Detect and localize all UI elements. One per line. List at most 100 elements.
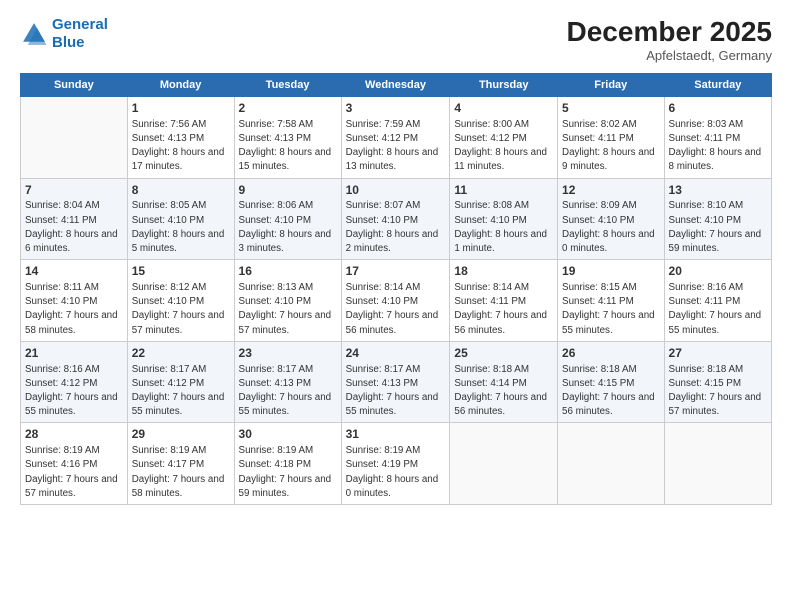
location: Apfelstaedt, Germany — [567, 48, 772, 63]
week-row-4: 28Sunrise: 8:19 AMSunset: 4:16 PMDayligh… — [21, 423, 772, 505]
cell-w3-d4: 25Sunrise: 8:18 AMSunset: 4:14 PMDayligh… — [450, 341, 558, 423]
day-info: Sunrise: 8:19 AMSunset: 4:19 PMDaylight:… — [346, 444, 446, 501]
col-tuesday: Tuesday — [234, 74, 341, 97]
day-info: Sunrise: 8:15 AMSunset: 4:11 PMDaylight:… — [562, 281, 660, 338]
day-info: Sunrise: 8:06 AMSunset: 4:10 PMDaylight:… — [239, 199, 337, 256]
day-number: 28 — [25, 426, 123, 443]
cell-w3-d0: 21Sunrise: 8:16 AMSunset: 4:12 PMDayligh… — [21, 341, 128, 423]
cell-w4-d0: 28Sunrise: 8:19 AMSunset: 4:16 PMDayligh… — [21, 423, 128, 505]
day-number: 19 — [562, 263, 660, 280]
day-info: Sunrise: 8:19 AMSunset: 4:18 PMDaylight:… — [239, 444, 337, 501]
cell-w0-d2: 2Sunrise: 7:58 AMSunset: 4:13 PMDaylight… — [234, 97, 341, 179]
day-number: 1 — [132, 100, 230, 117]
cell-w1-d5: 12Sunrise: 8:09 AMSunset: 4:10 PMDayligh… — [558, 178, 665, 260]
cell-w1-d3: 10Sunrise: 8:07 AMSunset: 4:10 PMDayligh… — [341, 178, 450, 260]
cell-w4-d3: 31Sunrise: 8:19 AMSunset: 4:19 PMDayligh… — [341, 423, 450, 505]
day-info: Sunrise: 8:03 AMSunset: 4:11 PMDaylight:… — [669, 118, 767, 175]
cell-w1-d2: 9Sunrise: 8:06 AMSunset: 4:10 PMDaylight… — [234, 178, 341, 260]
logo-icon — [20, 20, 48, 48]
cell-w4-d6 — [664, 423, 771, 505]
day-info: Sunrise: 7:56 AMSunset: 4:13 PMDaylight:… — [132, 118, 230, 175]
cell-w2-d1: 15Sunrise: 8:12 AMSunset: 4:10 PMDayligh… — [127, 260, 234, 342]
day-number: 4 — [454, 100, 553, 117]
day-info: Sunrise: 8:14 AMSunset: 4:10 PMDaylight:… — [346, 281, 446, 338]
day-number: 8 — [132, 182, 230, 199]
day-number: 18 — [454, 263, 553, 280]
day-number: 22 — [132, 345, 230, 362]
col-sunday: Sunday — [21, 74, 128, 97]
day-number: 7 — [25, 182, 123, 199]
day-info: Sunrise: 8:18 AMSunset: 4:15 PMDaylight:… — [562, 363, 660, 420]
cell-w0-d4: 4Sunrise: 8:00 AMSunset: 4:12 PMDaylight… — [450, 97, 558, 179]
week-row-2: 14Sunrise: 8:11 AMSunset: 4:10 PMDayligh… — [21, 260, 772, 342]
day-number: 23 — [239, 345, 337, 362]
day-info: Sunrise: 8:17 AMSunset: 4:13 PMDaylight:… — [239, 363, 337, 420]
week-row-0: 1Sunrise: 7:56 AMSunset: 4:13 PMDaylight… — [21, 97, 772, 179]
title-block: December 2025 Apfelstaedt, Germany — [567, 16, 772, 63]
col-wednesday: Wednesday — [341, 74, 450, 97]
day-info: Sunrise: 8:18 AMSunset: 4:14 PMDaylight:… — [454, 363, 553, 420]
calendar-table: Sunday Monday Tuesday Wednesday Thursday… — [20, 73, 772, 505]
day-number: 25 — [454, 345, 553, 362]
day-info: Sunrise: 8:16 AMSunset: 4:11 PMDaylight:… — [669, 281, 767, 338]
cell-w2-d2: 16Sunrise: 8:13 AMSunset: 4:10 PMDayligh… — [234, 260, 341, 342]
day-number: 24 — [346, 345, 446, 362]
day-number: 20 — [669, 263, 767, 280]
day-number: 29 — [132, 426, 230, 443]
day-info: Sunrise: 8:02 AMSunset: 4:11 PMDaylight:… — [562, 118, 660, 175]
week-row-3: 21Sunrise: 8:16 AMSunset: 4:12 PMDayligh… — [21, 341, 772, 423]
day-number: 15 — [132, 263, 230, 280]
cell-w1-d4: 11Sunrise: 8:08 AMSunset: 4:10 PMDayligh… — [450, 178, 558, 260]
day-number: 21 — [25, 345, 123, 362]
cell-w3-d2: 23Sunrise: 8:17 AMSunset: 4:13 PMDayligh… — [234, 341, 341, 423]
day-info: Sunrise: 8:08 AMSunset: 4:10 PMDaylight:… — [454, 199, 553, 256]
cell-w2-d3: 17Sunrise: 8:14 AMSunset: 4:10 PMDayligh… — [341, 260, 450, 342]
day-info: Sunrise: 8:18 AMSunset: 4:15 PMDaylight:… — [669, 363, 767, 420]
week-row-1: 7Sunrise: 8:04 AMSunset: 4:11 PMDaylight… — [21, 178, 772, 260]
day-info: Sunrise: 8:17 AMSunset: 4:12 PMDaylight:… — [132, 363, 230, 420]
cell-w0-d5: 5Sunrise: 8:02 AMSunset: 4:11 PMDaylight… — [558, 97, 665, 179]
cell-w2-d0: 14Sunrise: 8:11 AMSunset: 4:10 PMDayligh… — [21, 260, 128, 342]
day-number: 2 — [239, 100, 337, 117]
day-number: 16 — [239, 263, 337, 280]
col-thursday: Thursday — [450, 74, 558, 97]
cell-w4-d5 — [558, 423, 665, 505]
day-info: Sunrise: 8:00 AMSunset: 4:12 PMDaylight:… — [454, 118, 553, 175]
day-number: 5 — [562, 100, 660, 117]
day-number: 17 — [346, 263, 446, 280]
day-info: Sunrise: 8:09 AMSunset: 4:10 PMDaylight:… — [562, 199, 660, 256]
day-info: Sunrise: 8:14 AMSunset: 4:11 PMDaylight:… — [454, 281, 553, 338]
header-row: Sunday Monday Tuesday Wednesday Thursday… — [21, 74, 772, 97]
logo-text-general: General — [52, 16, 108, 34]
day-number: 26 — [562, 345, 660, 362]
day-number: 9 — [239, 182, 337, 199]
cell-w3-d6: 27Sunrise: 8:18 AMSunset: 4:15 PMDayligh… — [664, 341, 771, 423]
day-info: Sunrise: 7:59 AMSunset: 4:12 PMDaylight:… — [346, 118, 446, 175]
day-info: Sunrise: 8:19 AMSunset: 4:17 PMDaylight:… — [132, 444, 230, 501]
col-monday: Monday — [127, 74, 234, 97]
month-year: December 2025 — [567, 16, 772, 48]
cell-w2-d6: 20Sunrise: 8:16 AMSunset: 4:11 PMDayligh… — [664, 260, 771, 342]
day-number: 10 — [346, 182, 446, 199]
day-number: 11 — [454, 182, 553, 199]
cell-w1-d0: 7Sunrise: 8:04 AMSunset: 4:11 PMDaylight… — [21, 178, 128, 260]
day-info: Sunrise: 8:10 AMSunset: 4:10 PMDaylight:… — [669, 199, 767, 256]
day-number: 6 — [669, 100, 767, 117]
cell-w4-d2: 30Sunrise: 8:19 AMSunset: 4:18 PMDayligh… — [234, 423, 341, 505]
day-number: 30 — [239, 426, 337, 443]
day-number: 14 — [25, 263, 123, 280]
cell-w0-d3: 3Sunrise: 7:59 AMSunset: 4:12 PMDaylight… — [341, 97, 450, 179]
logo: General Blue — [20, 16, 108, 52]
logo-text-blue: Blue — [52, 34, 108, 52]
day-info: Sunrise: 8:05 AMSunset: 4:10 PMDaylight:… — [132, 199, 230, 256]
day-info: Sunrise: 7:58 AMSunset: 4:13 PMDaylight:… — [239, 118, 337, 175]
day-info: Sunrise: 8:19 AMSunset: 4:16 PMDaylight:… — [25, 444, 123, 501]
day-number: 3 — [346, 100, 446, 117]
day-info: Sunrise: 8:16 AMSunset: 4:12 PMDaylight:… — [25, 363, 123, 420]
day-number: 12 — [562, 182, 660, 199]
cell-w1-d6: 13Sunrise: 8:10 AMSunset: 4:10 PMDayligh… — [664, 178, 771, 260]
cell-w2-d5: 19Sunrise: 8:15 AMSunset: 4:11 PMDayligh… — [558, 260, 665, 342]
cell-w3-d5: 26Sunrise: 8:18 AMSunset: 4:15 PMDayligh… — [558, 341, 665, 423]
day-info: Sunrise: 8:07 AMSunset: 4:10 PMDaylight:… — [346, 199, 446, 256]
day-info: Sunrise: 8:04 AMSunset: 4:11 PMDaylight:… — [25, 199, 123, 256]
